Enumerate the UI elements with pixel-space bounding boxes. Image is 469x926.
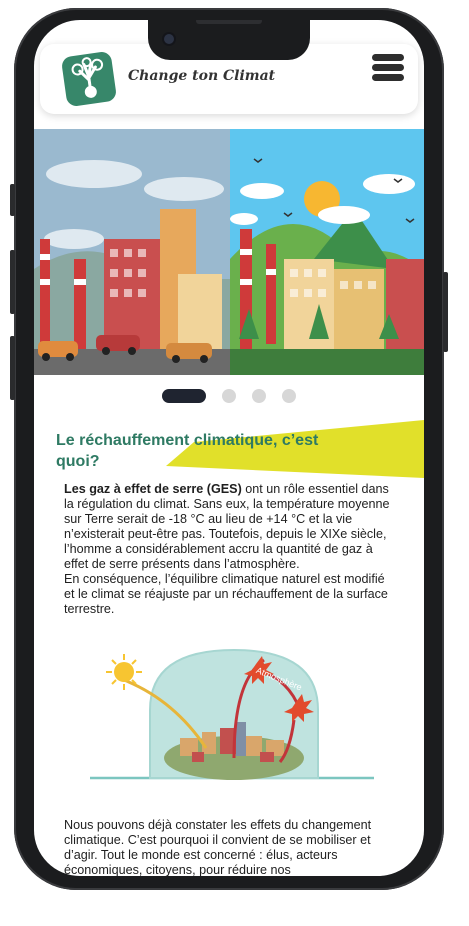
section-paragraph: Les gaz à effet de serre (GES) ont un rô… (64, 482, 394, 617)
section-title: Le réchauffement climatique, c’est quoi? (56, 432, 319, 470)
phone-screen: Change ton Climat Le réchauffement clima… (34, 20, 424, 876)
phone-volume-up-button (10, 250, 15, 314)
paragraph-bold-term: Les gaz à effet de serre (GES) (64, 482, 242, 496)
phone-power-button (443, 272, 448, 352)
carousel-pagination (162, 389, 296, 403)
section-paragraph-2: Nous pouvons déjà constater les effets d… (64, 818, 372, 876)
tree-hand-icon[interactable] (60, 50, 118, 108)
front-camera (164, 34, 174, 44)
phone-mute-button (10, 184, 15, 216)
phone-volume-down-button (10, 336, 15, 400)
hamburger-menu-icon[interactable] (372, 54, 404, 84)
speaker-grille (196, 20, 262, 24)
carousel-dot[interactable] (222, 389, 236, 403)
hero-carousel-image[interactable] (34, 129, 424, 409)
carousel-dot[interactable] (282, 389, 296, 403)
greenhouse-effect-illustration: Atmosphère (90, 648, 374, 780)
phone-notch (148, 20, 310, 60)
carousel-dot-active[interactable] (162, 389, 206, 403)
carousel-dot[interactable] (252, 389, 266, 403)
brand-name[interactable]: Change ton Climat (128, 68, 275, 84)
paragraph-conclusion: En conséquence, l’équilibre climatique n… (64, 572, 388, 616)
